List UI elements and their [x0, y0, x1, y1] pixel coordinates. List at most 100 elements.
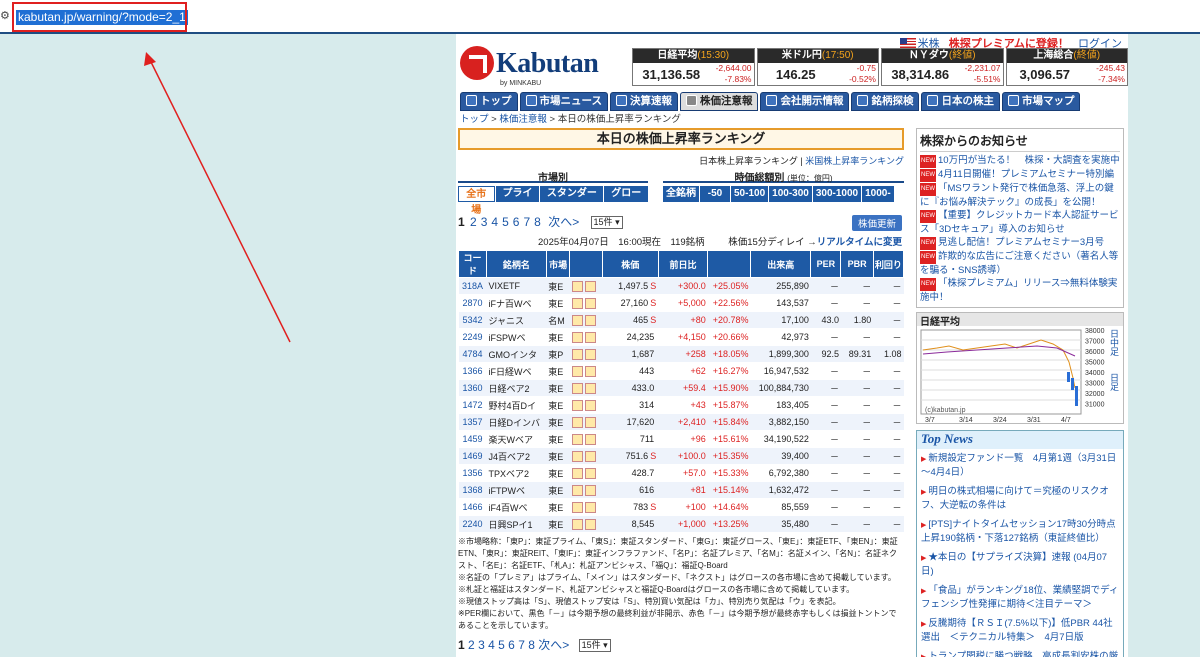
chart-icons[interactable]	[569, 345, 603, 363]
next-page[interactable]: 次へ>	[548, 215, 579, 229]
next-page-bottom[interactable]: 次へ>	[538, 638, 569, 652]
nav-market-map[interactable]: 市場マップ	[1001, 92, 1081, 111]
news-item[interactable]: ★本日の【サプライズ決算】速報 (04月07日)	[921, 551, 1119, 578]
kabutan-logo[interactable]: Kabutan by MINKABU	[460, 42, 610, 90]
chart-icon[interactable]	[584, 297, 596, 309]
nav-alerts[interactable]: 株価注意報	[679, 92, 759, 111]
chart-icons[interactable]	[569, 311, 603, 329]
book-icon[interactable]	[571, 331, 583, 343]
nav-market-news[interactable]: 市場ニュース	[519, 92, 608, 111]
nikkei-chart[interactable]: 日経平均 (c)kabutan.jp 38000 37000 36000 35000 3…	[916, 312, 1124, 424]
book-icon[interactable]	[571, 467, 583, 479]
book-icon[interactable]	[571, 518, 583, 530]
crumb-section[interactable]: 株価注意報	[499, 114, 547, 125]
table-row[interactable]: 1459 楽天Wベア 東E 711 +96 +15.61% 34,190,522 －－－	[458, 430, 904, 448]
table-row[interactable]: 2249 iFSPWベ 東E 24,235 +4,150 +20.66% 42,973 －－－	[458, 328, 904, 346]
col-header[interactable]: PBR	[840, 250, 874, 278]
cap-under-50[interactable]: -50	[700, 186, 730, 202]
chart-icon[interactable]	[584, 314, 596, 326]
chart-icon[interactable]	[584, 518, 596, 530]
per-page-select-bottom[interactable]: 15件 ▾	[578, 639, 611, 652]
news-item[interactable]: 反騰期待【ＲＳＩ(7.5%以下)】低PBR 44社選出 ＜テクニカル特集＞ 4月…	[921, 617, 1119, 644]
stock-code[interactable]: 1466	[458, 498, 487, 516]
chart-icons[interactable]	[569, 430, 603, 448]
chart-icons[interactable]	[569, 277, 603, 295]
page-8[interactable]: 8	[534, 215, 541, 229]
filter-growth[interactable]: グロース	[604, 186, 648, 215]
table-row[interactable]: 2240 日興SPイ1 東E 8,545 +1,000 +13.25% 35,480 －－－	[458, 515, 904, 533]
cap-over-1000[interactable]: 1000-	[862, 186, 894, 202]
chart-icons[interactable]	[569, 328, 603, 346]
page-4[interactable]: 4	[491, 215, 498, 229]
chart-icons[interactable]	[569, 481, 603, 499]
col-header[interactable]: 銘柄名	[485, 250, 547, 278]
news-item[interactable]: 明日の株式相場に向けて＝究極のリスクオフ、大逆転の条件は	[921, 485, 1119, 512]
chart-icons[interactable]	[569, 515, 603, 533]
stock-code[interactable]: 1472	[458, 396, 487, 414]
stock-name[interactable]: 野村4百Dイ	[486, 396, 547, 414]
news-item[interactable]: トランプ関税に勝つ戦略、高成長割安株の厳選	[921, 650, 1119, 657]
notice-item[interactable]: NEW 「MSワラント発行で株価急落、浮上の鍵に『お悩み解決テック』の成長」を公開…	[920, 182, 1120, 209]
cap-50-100[interactable]: 50-100	[731, 186, 769, 202]
page-7[interactable]: 7	[523, 215, 530, 229]
book-icon[interactable]	[571, 501, 583, 513]
book-icon[interactable]	[571, 314, 583, 326]
col-header[interactable]: 利回り	[872, 250, 905, 278]
ticker-nydow[interactable]: ＮＹダウ(終値) 38,314.86 -2,231.07 -5.51%	[881, 48, 1004, 86]
nav-disclosure[interactable]: 会社開示情報	[760, 92, 850, 111]
table-row[interactable]: 1469 J4百ベア2 東E 751.6 S +100.0 +15.35% 39,400 －－－	[458, 447, 904, 465]
chart-icon[interactable]	[584, 365, 596, 377]
book-icon[interactable]	[571, 399, 583, 411]
chart-icon[interactable]	[584, 416, 596, 428]
cap-all[interactable]: 全銘柄	[663, 186, 699, 202]
stock-code[interactable]: 2249	[458, 328, 487, 346]
chart-icons[interactable]	[569, 413, 603, 431]
col-header[interactable]: コード	[458, 250, 487, 278]
stock-name[interactable]: iFTPWベ	[486, 481, 547, 499]
stock-code[interactable]: 1356	[458, 464, 487, 482]
table-row[interactable]: 1472 野村4百Dイ 東E 314 +43 +15.87% 183,405 －－－	[458, 396, 904, 414]
book-icon[interactable]	[571, 382, 583, 394]
stock-name[interactable]: J4百ベア2	[486, 447, 547, 465]
stock-code[interactable]: 1368	[458, 481, 487, 499]
notice-item[interactable]: NEW 「株探プレミアム」リリース⇒無料体験実施中！	[920, 277, 1120, 304]
table-row[interactable]: 318A VIXETF 東E 1,497.5 S +300.0 +25.05% 255,890…	[458, 277, 904, 295]
notice-item[interactable]: NEW 4月11日開催！プレミアムセミナー特別編	[920, 168, 1120, 182]
notice-item[interactable]: NEW 詐欺的な広告にご注意ください（著名人等を騙る・SNS誘導）	[920, 250, 1120, 277]
stock-name[interactable]: ジャニス	[486, 311, 547, 329]
chart-icons[interactable]	[569, 498, 603, 516]
col-header[interactable]: 前日比	[657, 250, 709, 278]
stock-code[interactable]: 1366	[458, 362, 487, 380]
book-icon[interactable]	[571, 450, 583, 462]
chart-icons[interactable]	[569, 396, 603, 414]
chart-icon[interactable]	[584, 433, 596, 445]
stock-name[interactable]: iF日経Wベ	[486, 362, 547, 380]
page-5[interactable]: 5	[502, 215, 509, 229]
tab-daily[interactable]: 日足	[1108, 373, 1121, 391]
stock-code[interactable]: 2870	[458, 294, 487, 312]
page-2-bottom[interactable]: 2	[468, 638, 475, 652]
chart-icon[interactable]	[584, 399, 596, 411]
news-item[interactable]: [PTS]ナイトタイムセッション17時30分時点 上昇190銘柄・下落127銘柄…	[921, 518, 1119, 545]
stock-code[interactable]: 1357	[458, 413, 487, 431]
chart-icon[interactable]	[584, 450, 596, 462]
book-icon[interactable]	[571, 365, 583, 377]
stock-name[interactable]: VIXETF	[486, 277, 547, 295]
filter-prime[interactable]: プライム	[495, 186, 540, 215]
chart-icons[interactable]	[569, 294, 603, 312]
book-icon[interactable]	[571, 348, 583, 360]
stock-code[interactable]: 2240	[458, 515, 487, 533]
cap-100-300[interactable]: 100-300	[769, 186, 812, 202]
page-3[interactable]: 3	[481, 215, 488, 229]
stock-name[interactable]: GMOインタ	[486, 345, 547, 363]
table-row[interactable]: 1356 TPXベア2 東E 428.7 +57.0 +15.33% 6,792,380 －－…	[458, 464, 904, 482]
news-item[interactable]: 新規設定ファンド一覧 4月第1週（3月31日～4月4日）	[921, 452, 1119, 479]
table-row[interactable]: 5342 ジャニス 名M 465 S +80 +20.78% 17,100 43.0 1.80 －	[458, 311, 904, 329]
stock-name[interactable]: 日興SPイ1	[486, 515, 547, 533]
ticker-usdjpy[interactable]: 米ドル円(17:50) 146.25 -0.75 -0.52%	[756, 48, 879, 86]
chart-icon[interactable]	[584, 501, 596, 513]
notice-item[interactable]: NEW 【重要】クレジットカード本人認証サービス「3Dセキュア」導入のお知らせ	[920, 209, 1120, 236]
book-icon[interactable]	[571, 433, 583, 445]
stock-code[interactable]: 5342	[458, 311, 487, 329]
col-header[interactable]: 市場	[545, 250, 571, 278]
